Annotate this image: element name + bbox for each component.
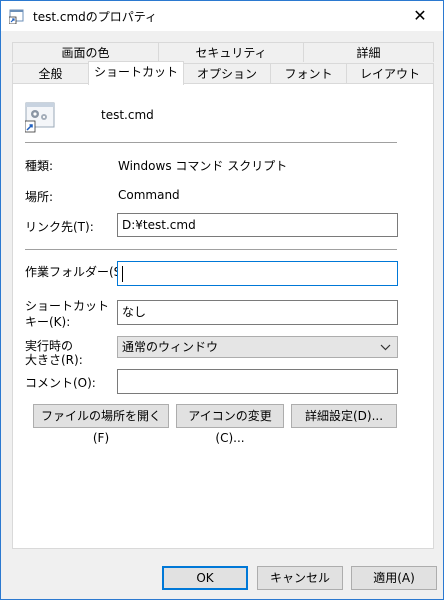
gear-icon (25, 102, 55, 133)
location-value: Command (118, 188, 180, 202)
comment-label: コメント(O): (25, 376, 96, 390)
tab-security[interactable]: セキュリティ (158, 42, 304, 62)
comment-field[interactable] (117, 369, 398, 394)
tab-options[interactable]: オプション (183, 63, 271, 83)
title-bar: test.cmdのプロパティ ✕ (1, 1, 443, 31)
advanced-button[interactable]: 詳細設定(D)... (291, 404, 397, 428)
location-label: 場所: (25, 190, 54, 204)
cancel-button[interactable]: キャンセル (257, 566, 343, 590)
tab-label: フォント (284, 67, 333, 81)
tab-details[interactable]: 詳細 (303, 42, 434, 62)
tab-label: 詳細 (356, 46, 381, 60)
tab-label: レイアウト (359, 67, 420, 81)
tab-row-front: 全般 ショートカット オプション フォント レイアウト (12, 61, 434, 85)
apply-button[interactable]: 適用(A) (351, 566, 437, 590)
hotkey-label-line2: キー(K): (25, 315, 71, 329)
type-value: Windows コマンド スクリプト (118, 159, 288, 173)
hotkey-label-line1: ショートカット (25, 299, 110, 313)
tab-layout[interactable]: レイアウト (346, 63, 434, 83)
open-file-location-button[interactable]: ファイルの場所を開く(F) (33, 404, 169, 445)
tab-row-back: 画面の色 セキュリティ 詳細 (12, 42, 434, 63)
target-label: リンク先(T): (25, 220, 94, 234)
chevron-down-icon (380, 344, 391, 351)
tab-shortcut[interactable]: ショートカット (88, 61, 184, 85)
shortcut-name: test.cmd (101, 108, 154, 122)
change-icon-button[interactable]: アイコンの変更(C)... (176, 404, 284, 445)
text-caret (122, 266, 123, 282)
tab-general[interactable]: 全般 (12, 63, 89, 83)
divider (25, 142, 397, 143)
run-label-line2: 大きさ(R): (25, 353, 83, 367)
divider (25, 249, 397, 250)
tab-label: セキュリティ (195, 46, 267, 60)
tab-label: ショートカット (93, 65, 178, 79)
close-button[interactable]: ✕ (397, 1, 443, 31)
target-field[interactable]: D:¥test.cmd (117, 213, 398, 237)
ok-button[interactable]: OK (162, 566, 248, 590)
tab-label: 全般 (38, 67, 63, 81)
tab-label: オプション (196, 67, 257, 81)
run-size-select[interactable]: 通常のウィンドウ (117, 336, 398, 358)
close-icon: ✕ (413, 6, 427, 25)
tab-colors[interactable]: 画面の色 (12, 42, 159, 62)
type-label: 種類: (25, 159, 54, 173)
window-title: test.cmdのプロパティ (33, 10, 158, 24)
start-in-field[interactable] (117, 261, 398, 286)
start-in-label: 作業フォルダー(S): (25, 265, 131, 279)
properties-window: test.cmdのプロパティ ✕ 画面の色 セキュリティ 詳細 全般 ショートカ… (0, 0, 444, 600)
run-size-value: 通常のウィンドウ (122, 340, 219, 354)
tab-font[interactable]: フォント (270, 63, 347, 83)
shortcut-file-icon (9, 9, 24, 24)
tab-label: 画面の色 (61, 46, 110, 60)
hotkey-field[interactable]: なし (117, 300, 398, 325)
